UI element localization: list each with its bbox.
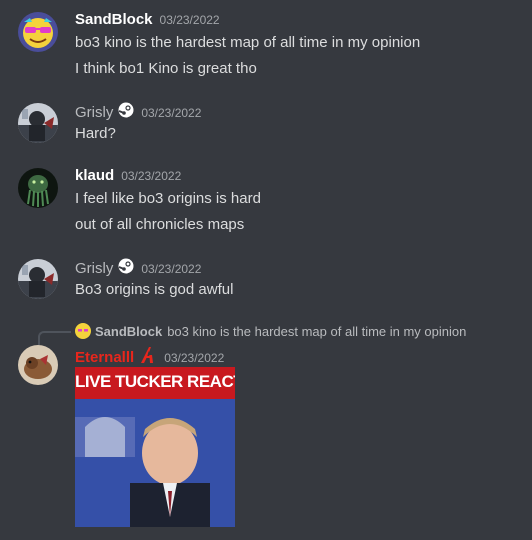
timestamp: 03/23/2022 (141, 261, 202, 276)
steam-icon (118, 102, 134, 123)
steam-icon (118, 258, 134, 279)
red-a-logo-icon (139, 346, 157, 369)
reply-author[interactable]: SandBlock (95, 324, 162, 339)
author-name[interactable]: klaud (75, 167, 114, 184)
timestamp: 03/23/2022 (159, 12, 220, 27)
embed-banner-text: LIVE TUCKER REACTION (75, 372, 235, 391)
eternalll-avatar[interactable] (18, 345, 58, 385)
message-line: I feel like bo3 origins is hard (75, 190, 261, 207)
message-line: Bo3 origins is god awful (75, 281, 234, 298)
author-name[interactable]: SandBlock (75, 11, 153, 28)
reply-preview[interactable]: SandBlock bo3 kino is the hardest map of… (75, 323, 466, 339)
image-embed[interactable]: LIVE TUCKER REACTION (75, 367, 235, 527)
timestamp: 03/23/2022 (141, 105, 202, 120)
message-line: out of all chronicles maps (75, 216, 245, 233)
klaud-avatar[interactable] (18, 168, 58, 208)
timestamp: 03/23/2022 (121, 168, 182, 183)
sandblock-avatar[interactable] (18, 12, 58, 52)
timestamp: 03/23/2022 (164, 350, 225, 365)
reply-spine (38, 331, 71, 345)
message-line: Hard? (75, 125, 116, 142)
author-name[interactable]: Grisly (75, 104, 113, 121)
sandblock-mini-avatar-icon (75, 323, 91, 339)
author-name[interactable]: Eternalll (75, 349, 134, 366)
reply-text[interactable]: bo3 kino is the hardest map of all time … (167, 324, 466, 339)
author-name[interactable]: Grisly (75, 260, 113, 277)
grisly-avatar[interactable] (18, 259, 58, 299)
message-line: I think bo1 Kino is great tho (75, 60, 257, 77)
message-line: bo3 kino is the hardest map of all time … (75, 34, 421, 51)
grisly-avatar[interactable] (18, 103, 58, 143)
